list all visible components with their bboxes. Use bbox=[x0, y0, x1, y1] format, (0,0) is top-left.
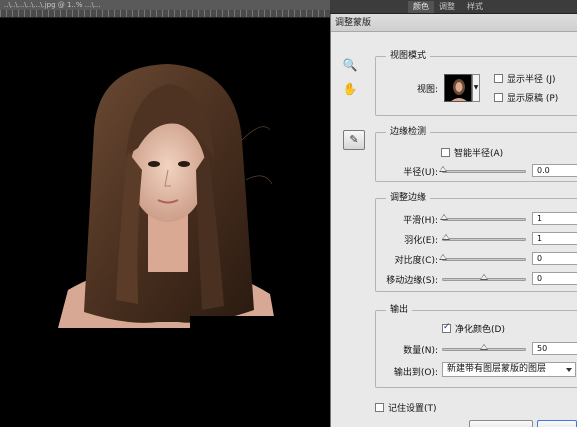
contrast-slider-thumb[interactable] bbox=[439, 254, 447, 260]
feather-value[interactable]: 1 bbox=[532, 232, 577, 245]
portrait-photo bbox=[58, 64, 276, 328]
smooth-slider[interactable] bbox=[439, 214, 526, 221]
chevron-down-icon bbox=[566, 368, 572, 372]
view-dropdown-button[interactable]: ▼ bbox=[472, 74, 480, 102]
adjust-edge-group: 调整边缘 平滑(H): 1 羽化(E): 1 对比度(C): 0 移动边缘(S)… bbox=[375, 192, 577, 292]
view-preview-thumbnail[interactable] bbox=[444, 74, 472, 102]
smart-radius-checkbox[interactable] bbox=[441, 148, 450, 157]
amount-slider-thumb[interactable] bbox=[480, 344, 488, 350]
amount-value[interactable]: 50 bbox=[532, 342, 577, 355]
show-radius-checkbox[interactable] bbox=[494, 74, 503, 83]
document-canvas[interactable]: ..\..\...\..\...\.jpg @ 1..% ...\... bbox=[0, 0, 330, 427]
cancel-button[interactable] bbox=[469, 420, 533, 427]
edge-detection-group: 边缘检测 智能半径(A) 半径(U): 0.0 bbox=[375, 126, 577, 182]
refine-radius-brush-icon[interactable]: ✎ bbox=[343, 130, 365, 150]
output-to-selected: 新建带有图层蒙版的图层 bbox=[447, 364, 547, 374]
hand-icon[interactable]: ✋ bbox=[341, 80, 359, 98]
show-original-label: 显示原稿 (P) bbox=[507, 94, 559, 104]
edge-detection-legend: 边缘检测 bbox=[386, 126, 431, 138]
document-tab[interactable]: ..\..\...\..\...\.jpg @ 1..% ...\... bbox=[0, 0, 330, 10]
output-to-select[interactable]: 新建带有图层蒙版的图层 bbox=[442, 362, 576, 377]
amount-slider[interactable] bbox=[442, 344, 526, 351]
smooth-slider-thumb[interactable] bbox=[439, 214, 448, 220]
magnifier-icon[interactable]: 🔍 bbox=[341, 56, 359, 74]
output-group: 输出 净化颜色(D) 数量(N): 50 输出到(O): 新建带有图层蒙版的图层 bbox=[375, 304, 577, 388]
radius-slider-thumb[interactable] bbox=[439, 166, 447, 172]
radius-label: 半径(U): bbox=[403, 168, 438, 178]
show-radius-label: 显示半径 (J) bbox=[507, 75, 556, 85]
smart-radius-label: 智能半径(A) bbox=[454, 149, 504, 159]
shift-edge-value[interactable]: 0 bbox=[532, 272, 577, 285]
feather-slider-thumb[interactable] bbox=[442, 234, 451, 240]
decontaminate-colors-checkbox[interactable] bbox=[442, 322, 451, 333]
horizontal-ruler: ..\..\...\..\...\.jpg @ 1..% ...\... bbox=[0, 0, 330, 18]
ruler-ticks bbox=[0, 10, 330, 17]
smooth-value[interactable]: 1 bbox=[532, 212, 577, 225]
adjust-edge-legend: 调整边缘 bbox=[386, 192, 431, 204]
contrast-value[interactable]: 0 bbox=[532, 252, 577, 265]
panel-tab-bar: 颜色 调整 样式 bbox=[330, 0, 577, 14]
ok-button[interactable] bbox=[537, 420, 577, 427]
contrast-slider[interactable] bbox=[439, 254, 526, 261]
remember-settings-checkbox[interactable] bbox=[375, 403, 384, 412]
view-mode-legend: 视图模式 bbox=[386, 50, 431, 62]
shift-edge-label: 移动边缘(S): bbox=[386, 276, 438, 286]
tab-color[interactable]: 颜色 bbox=[408, 1, 434, 13]
feather-label: 羽化(E): bbox=[404, 236, 438, 246]
radius-slider[interactable] bbox=[439, 166, 526, 173]
refine-mask-dialog: 调整蒙版 🔍 ✋ ✎ 视图模式 视图: ▼ 显示半径 (J) 显示原稿 (P) … bbox=[330, 14, 577, 427]
decontaminate-colors-label: 净化颜色(D) bbox=[455, 325, 505, 335]
output-legend: 输出 bbox=[386, 304, 413, 316]
canvas-edge-strip bbox=[190, 316, 330, 328]
radius-value[interactable]: 0.0 bbox=[532, 164, 577, 177]
output-to-label: 输出到(O): bbox=[393, 368, 438, 378]
view-mode-group: 视图模式 视图: ▼ 显示半径 (J) 显示原稿 (P) bbox=[375, 50, 577, 116]
shift-edge-slider[interactable] bbox=[442, 274, 526, 281]
remember-settings-label: 记住设置(T) bbox=[388, 404, 437, 414]
shift-edge-slider-thumb[interactable] bbox=[480, 274, 488, 280]
tab-styles[interactable]: 样式 bbox=[462, 1, 488, 13]
feather-slider[interactable] bbox=[442, 234, 526, 241]
amount-label: 数量(N): bbox=[403, 346, 438, 356]
tab-adjustments[interactable]: 调整 bbox=[434, 1, 460, 13]
show-original-checkbox[interactable] bbox=[494, 93, 503, 102]
tool-column: 🔍 ✋ bbox=[341, 56, 365, 104]
dialog-title: 调整蒙版 bbox=[331, 14, 577, 32]
view-label: 视图: bbox=[416, 85, 438, 95]
smooth-label: 平滑(H): bbox=[403, 216, 438, 226]
contrast-label: 对比度(C): bbox=[394, 256, 438, 266]
